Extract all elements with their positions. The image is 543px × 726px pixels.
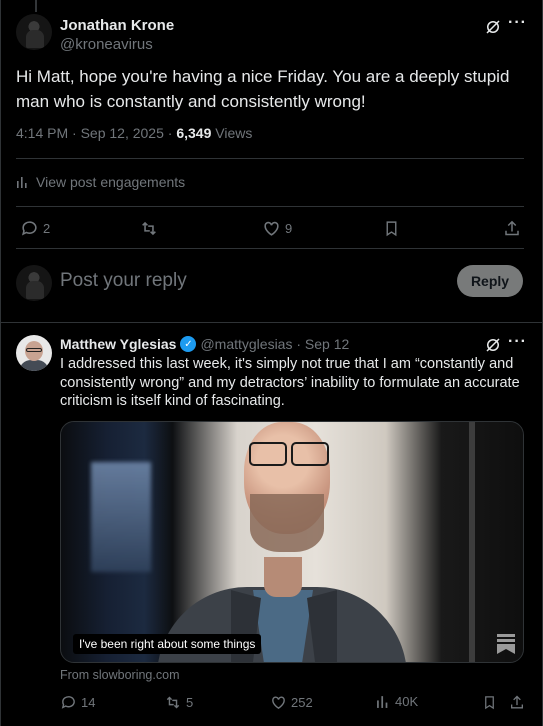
quoted-like-button[interactable]: 252	[270, 694, 313, 711]
like-button[interactable]: 9	[262, 219, 292, 238]
post-timestamp[interactable]: 4:14 PM · Sep 12, 2025 ·	[16, 125, 176, 141]
photo-person-beard	[250, 494, 324, 552]
reply-icon	[21, 221, 37, 236]
analytics-icon	[377, 696, 388, 708]
divider	[0, 322, 543, 323]
like-count: 9	[285, 221, 293, 236]
repost-icon	[166, 696, 180, 709]
quoted-author-handle[interactable]: @mattyglesias · Sep 12	[200, 336, 349, 352]
verified-badge-icon: ✓	[180, 336, 197, 352]
bookmark-button[interactable]	[383, 219, 400, 238]
heart-icon	[264, 221, 279, 236]
reply-count: 2	[43, 221, 51, 236]
link-card-image[interactable]: I've been right about some things	[60, 421, 524, 663]
photo-person-glasses	[249, 442, 329, 466]
photo-pillar	[469, 422, 475, 662]
grok-icon[interactable]	[484, 18, 502, 36]
quoted-reply-button[interactable]: 14	[60, 694, 95, 711]
media-caption: I've been right about some things	[73, 634, 262, 654]
quoted-repost-button[interactable]: 5	[164, 694, 193, 711]
reply-submit-button[interactable]: Reply	[457, 265, 523, 297]
reply-icon	[61, 696, 75, 709]
divider	[16, 248, 524, 249]
share-icon	[505, 220, 519, 236]
current-user-avatar[interactable]	[16, 265, 52, 301]
quoted-post-header: Matthew Yglesias ✓ @mattyglesias · Sep 1…	[60, 336, 349, 352]
share-icon	[511, 695, 523, 709]
views-count: 6,349	[176, 125, 212, 141]
quoted-share-button[interactable]	[509, 694, 525, 711]
heart-icon	[272, 696, 285, 710]
avatar-glasses	[26, 348, 42, 352]
share-button[interactable]	[503, 219, 521, 238]
repost-button[interactable]	[139, 219, 163, 238]
view-engagements-link[interactable]: View post engagements	[16, 174, 185, 190]
quoted-post-text: I addressed this last week, it's simply …	[60, 356, 520, 409]
article-icon	[497, 634, 515, 654]
divider	[16, 158, 524, 159]
quoted-author-name[interactable]: Matthew Yglesias	[60, 336, 176, 352]
post-text: Hi Matt, hope you're having a nice Frida…	[16, 67, 510, 111]
photo-window	[91, 462, 151, 572]
analytics-icon	[17, 177, 27, 188]
views-label: Views	[215, 125, 253, 141]
grok-icon[interactable]	[484, 336, 502, 354]
quoted-repost-count: 5	[186, 695, 194, 710]
quoted-author-avatar[interactable]	[16, 335, 52, 371]
more-options-icon[interactable]: ···	[508, 14, 527, 32]
quoted-bookmark-button[interactable]	[482, 694, 497, 711]
more-options-icon[interactable]: ···	[508, 333, 527, 351]
bookmark-icon	[386, 221, 397, 237]
photo-person-neck	[264, 557, 302, 597]
avatar-body	[19, 360, 49, 371]
quoted-reply-count: 14	[81, 695, 96, 710]
quoted-like-count: 252	[291, 695, 313, 710]
link-source[interactable]: From slowboring.com	[60, 668, 179, 682]
quoted-views-button[interactable]: 40K	[376, 694, 418, 709]
repost-icon	[142, 221, 156, 236]
author-name[interactable]: Jonathan Krone	[60, 17, 174, 34]
divider	[16, 206, 524, 207]
reply-button[interactable]: 2	[20, 219, 50, 238]
quoted-views-count: 40K	[395, 694, 419, 709]
bookmark-icon	[485, 696, 494, 710]
post-meta: 4:14 PM · Sep 12, 2025 · 6,349 Views	[16, 125, 252, 141]
thread-connector-line	[35, 0, 37, 12]
view-engagements-label: View post engagements	[36, 174, 186, 190]
reply-input[interactable]: Post your reply	[60, 270, 187, 292]
author-handle[interactable]: @kroneavirus	[60, 36, 153, 53]
author-avatar[interactable]	[16, 14, 52, 50]
